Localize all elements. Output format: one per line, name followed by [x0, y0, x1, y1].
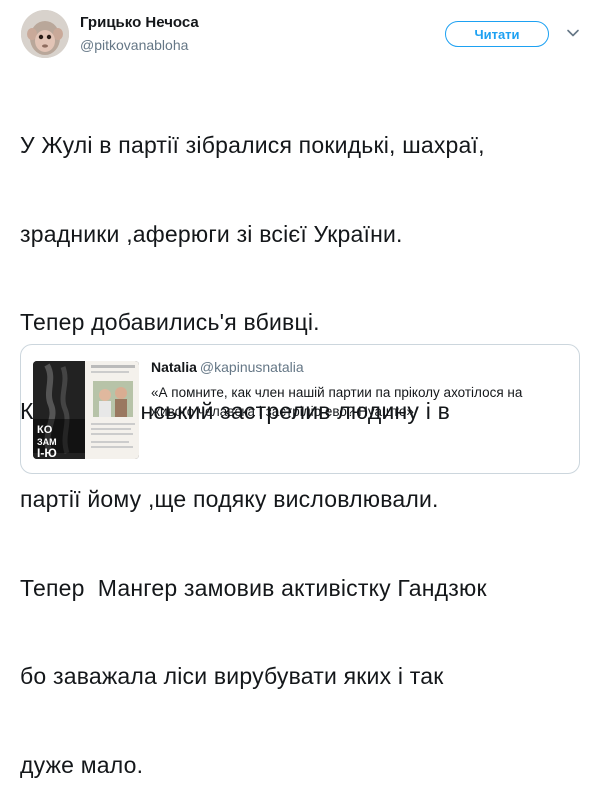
tweet-line: бо заважала ліси вирубувати яких і так: [20, 663, 444, 689]
chevron-down-icon[interactable]: [566, 26, 580, 40]
follow-button[interactable]: Читати: [445, 21, 549, 47]
tweet-line: Тепер добавились'я вбивці.: [20, 309, 320, 335]
quoted-tweet-text: «А помните, как член нашій партии па прі…: [151, 385, 523, 419]
quoted-author-name: Natalia: [151, 359, 197, 375]
svg-text:КО: КО: [37, 424, 53, 436]
quoted-tweet-image[interactable]: КО ЗАМ I-Ю: [33, 361, 139, 459]
tweet-line: У Жулі в партії зібралися покидькі, шахр…: [20, 132, 485, 158]
author-avatar[interactable]: [21, 10, 69, 58]
tweet-line: зрадники ,аферюги зі всієї України.: [20, 220, 403, 247]
tweet-line: Тепер Мангер замовив активістку Гандзюк: [20, 574, 487, 601]
svg-text:I-Ю: I-Ю: [37, 446, 57, 459]
quoted-author-handle: @kapinusnatalia: [199, 359, 304, 375]
author-name[interactable]: Грицько Нечоса: [80, 14, 199, 31]
author-handle[interactable]: @pitkovanabloha: [80, 37, 188, 53]
tweet-line: партії йому ,ще подяку висловлювали.: [20, 486, 439, 512]
quoted-tweet-author[interactable]: Natalia @kapinusnatalia: [151, 359, 304, 375]
tweet-line: дуже мало.: [20, 751, 144, 778]
quoted-tweet-card[interactable]: КО ЗАМ I-Ю Natalia @kapinusnatalia «А пом…: [20, 344, 580, 474]
